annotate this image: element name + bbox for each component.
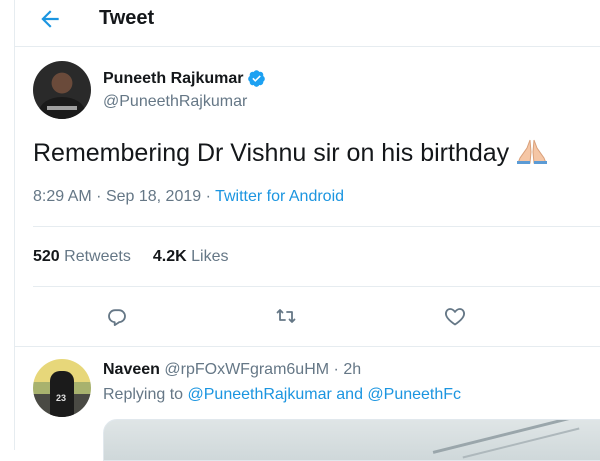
- replying-to: Replying to @PuneethRajkumar and @Puneet…: [103, 386, 461, 404]
- reply-button[interactable]: [105, 304, 131, 330]
- tweet-source-link[interactable]: Twitter for Android: [215, 188, 344, 205]
- tweet-text-content: Remembering Dr Vishnu sir on his birthda…: [33, 139, 510, 167]
- retweets-count: 520: [33, 248, 60, 265]
- retweets-stat[interactable]: 520 Retweets: [33, 248, 131, 265]
- arrow-left-icon: [41, 10, 59, 28]
- likes-count: 4.2K: [152, 248, 187, 265]
- divider: [15, 346, 600, 347]
- author-name-row: Puneeth Rajkumar: [103, 69, 266, 88]
- tweet-time[interactable]: 8:29 AM: [33, 188, 92, 205]
- reply-icon: [108, 309, 126, 326]
- meta-separator: ·: [205, 188, 211, 205]
- tweet-text: Remembering Dr Vishnu sir on his birthda…: [33, 138, 549, 168]
- mention-link[interactable]: @PuneethFc: [367, 386, 461, 403]
- page-header: Tweet: [15, 0, 600, 47]
- reply-header: Naveen @rpFOxWFgram6uHM · 2h: [103, 361, 361, 379]
- divider: [33, 286, 600, 287]
- author-avatar[interactable]: [33, 61, 91, 119]
- author-handle[interactable]: @PuneethRajkumar: [103, 93, 247, 111]
- likes-label: Likes: [191, 248, 229, 265]
- retweet-icon: [276, 309, 296, 323]
- like-icon: [445, 308, 465, 326]
- back-button[interactable]: [37, 5, 67, 33]
- replying-prefix: Replying to: [103, 386, 184, 403]
- like-button[interactable]: [443, 304, 469, 330]
- meta-separator: ·: [96, 188, 102, 205]
- reply-time[interactable]: 2h: [343, 361, 361, 378]
- tweet-stats: 520 Retweets 4.2K Likes: [33, 248, 228, 266]
- page-title: Tweet: [99, 7, 155, 29]
- author-display-name[interactable]: Puneeth Rajkumar: [103, 70, 243, 88]
- retweet-button[interactable]: [274, 304, 300, 330]
- verified-badge-icon: [248, 70, 266, 87]
- tweet-meta: 8:29 AM · Sep 18, 2019 · Twitter for And…: [33, 188, 344, 206]
- reply-avatar[interactable]: 23: [33, 359, 91, 417]
- reply-media-image[interactable]: [103, 419, 600, 461]
- mention-link[interactable]: @PuneethRajkumar: [188, 386, 332, 403]
- folded-hands-emoji: [515, 138, 549, 164]
- avatar-number: 23: [56, 393, 67, 403]
- timeline-left-border: [14, 0, 15, 450]
- reply-display-name[interactable]: Naveen: [103, 361, 160, 378]
- mention-and: and: [336, 386, 363, 403]
- reply-handle[interactable]: @rpFOxWFgram6uHM: [164, 361, 329, 378]
- divider: [33, 226, 600, 227]
- tweet-actions: [0, 304, 600, 330]
- reply-separator: ·: [333, 361, 339, 378]
- tweet-date[interactable]: Sep 18, 2019: [106, 188, 201, 205]
- likes-stat[interactable]: 4.2K Likes: [153, 248, 229, 265]
- retweets-label: Retweets: [64, 248, 131, 265]
